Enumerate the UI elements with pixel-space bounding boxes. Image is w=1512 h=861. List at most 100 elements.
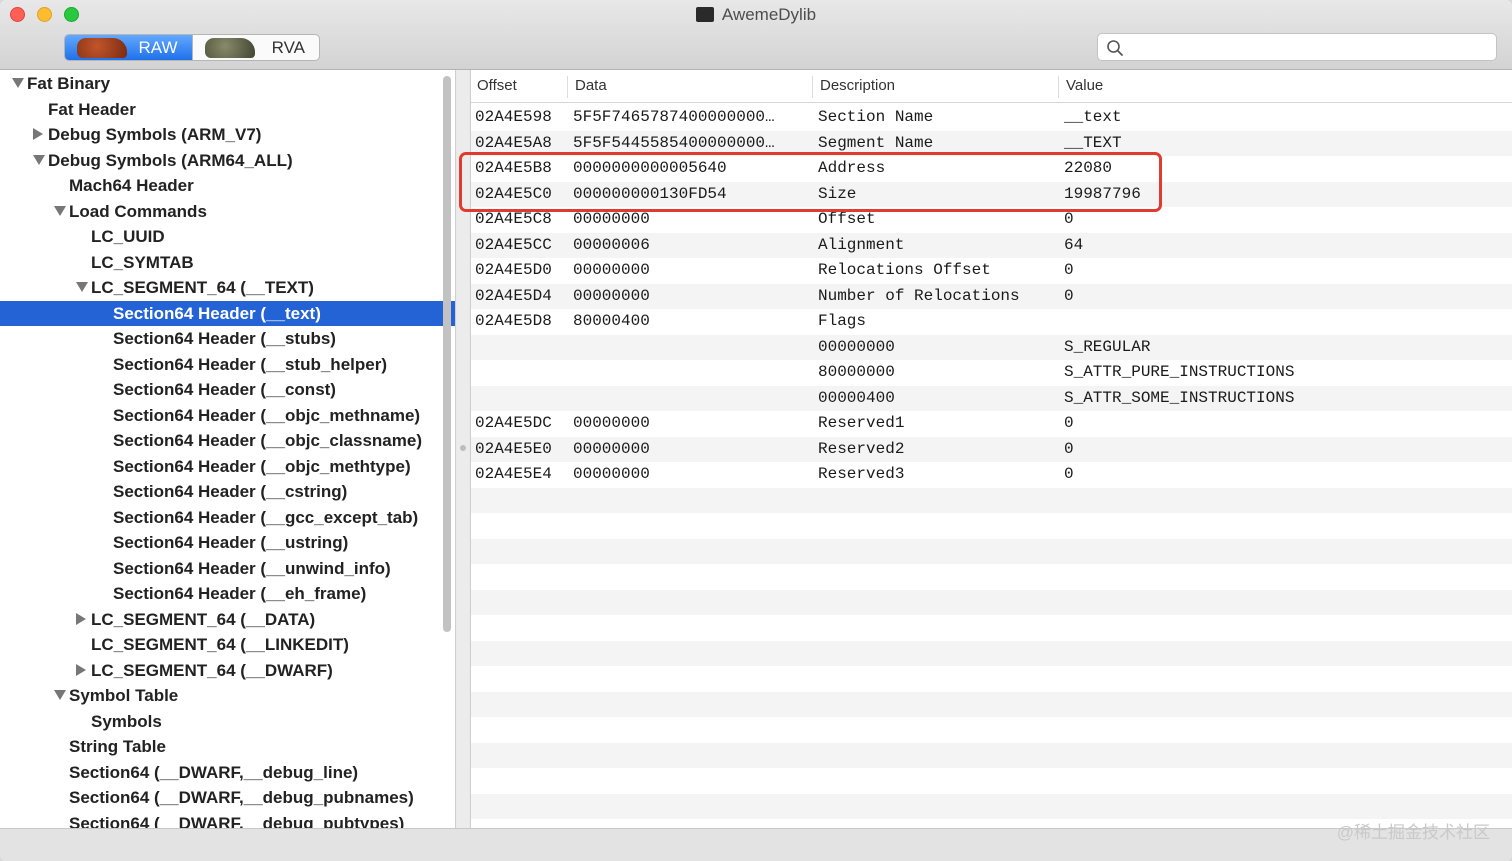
sidebar-item[interactable]: Section64 Header (__cstring) [0,479,455,504]
disclosure-expanded-icon[interactable] [12,78,24,88]
table-row[interactable]: 02A4E5C0 000000000130FD54 Size 19987796 [471,181,1512,207]
column-divider[interactable] [567,76,568,98]
cell-description: Segment Name [818,133,934,152]
sidebar-item[interactable]: LC_SEGMENT_64 (__DWARF) [0,658,455,683]
sidebar-item[interactable]: Load Commands [0,199,455,224]
cell-value: 64 [1064,235,1084,254]
sidebar-item[interactable]: Section64 Header (__text) [0,300,455,326]
sidebar-item[interactable]: Section64 Header (__gcc_except_tab) [0,505,455,530]
sidebar-item[interactable]: Section64 Header (__stubs) [0,326,455,351]
sidebar-item[interactable]: Section64 (__DWARF,__debug_pubtypes) [0,811,455,829]
table-row[interactable]: 80000000 S_ATTR_PURE_INSTRUCTIONS [471,360,1512,386]
table-row[interactable]: 02A4E5E4 00000000 Reserved3 0 [471,462,1512,488]
sidebar-item-label: Symbol Table [69,686,179,705]
empty-row [471,589,1512,615]
search-input[interactable] [1130,37,1490,57]
sidebar-item[interactable]: Section64 Header (__stub_helper) [0,352,455,377]
cell-data: 5F5F5445585400000000… [573,133,775,152]
table-row[interactable]: 02A4E5DC 00000000 Reserved1 0 [471,411,1512,437]
sidebar-item-label: Section64 (__DWARF,__debug_line) [69,762,359,782]
sidebar-item[interactable]: Fat Header [0,97,455,122]
table-row[interactable]: 02A4E5D8 80000400 Flags [471,309,1512,335]
disclosure-expanded-icon[interactable] [33,154,45,165]
column-divider[interactable] [812,76,813,98]
table-row[interactable]: 02A4E5D0 00000000 Relocations Offset 0 [471,258,1512,284]
raw-mode-button[interactable]: RAW [65,35,192,60]
table-row[interactable]: 00000400 S_ATTR_SOME_INSTRUCTIONS [471,385,1512,411]
cell-value: 0 [1064,465,1074,483]
search-field[interactable] [1097,33,1497,61]
sidebar-item[interactable]: String Table [0,734,455,759]
empty-row [471,538,1512,564]
split-view-divider[interactable] [457,70,469,828]
sidebar-item[interactable]: Symbols [0,709,455,734]
sidebar-item-label: Load Commands [69,201,207,221]
sidebar-item[interactable]: Section64 Header (__unwind_info) [0,556,455,581]
table-row[interactable]: 00000000 S_REGULAR [471,334,1512,360]
disclosure-collapsed-icon[interactable] [76,612,86,625]
sidebar-item[interactable]: LC_UUID [0,224,455,249]
disclosure-expanded-icon[interactable] [54,690,66,700]
disclosure-collapsed-icon[interactable] [76,663,86,676]
cell-description: Size [818,184,857,203]
table-row[interactable]: 02A4E5C8 00000000 Offset 0 [471,207,1512,233]
cell-description: 00000400 [818,388,895,407]
sidebar-item[interactable]: Debug Symbols (ARM64_ALL) [0,148,455,173]
table-row[interactable]: 02A4E598 5F5F7465787400000000… Section Nam… [471,105,1512,131]
sidebar-item[interactable]: LC_SEGMENT_64 (__TEXT) [0,275,455,300]
sidebar-item-label: Section64 Header (__stub_helper) [113,354,387,374]
cell-description: Alignment [818,235,905,254]
sidebar-item[interactable]: Section64 Header (__ustring) [0,530,455,555]
table-row[interactable]: 02A4E5D4 00000000 Number of Relocations 0 [471,283,1512,309]
rva-mode-button[interactable]: RVA [191,35,320,60]
cell-value: __TEXT [1064,133,1122,152]
sidebar-item[interactable]: Section64 (__DWARF,__debug_pubnames) [0,785,455,810]
cell-value: S_ATTR_SOME_INSTRUCTIONS [1064,388,1295,407]
sidebar-item[interactable]: Symbol Table [0,683,455,708]
sidebar-item-label: Debug Symbols (ARM_V7) [48,125,262,144]
sidebar-item-label: Symbols [91,711,162,731]
sidebar-item[interactable]: Section64 Header (__eh_frame) [0,581,455,606]
sidebar-item[interactable]: LC_SEGMENT_64 (__DATA) [0,607,455,632]
empty-row [471,742,1512,768]
column-header-data[interactable]: Data [575,77,607,94]
cell-data: 00000000 [573,439,650,458]
sidebar-item[interactable]: Section64 (__DWARF,__debug_line) [0,760,455,785]
cell-data: 80000400 [573,312,650,330]
cell-offset: 02A4E5C8 [475,210,552,228]
table-row[interactable]: 02A4E5CC 00000006 Alignment 64 [471,232,1512,258]
sidebar-item-label: Fat Binary [27,74,111,93]
column-header-value[interactable]: Value [1066,77,1103,94]
column-divider[interactable] [1058,76,1059,98]
table-row[interactable]: 02A4E5A8 5F5F5445585400000000… Segment Nam… [471,130,1512,156]
sidebar-scrollbar[interactable] [443,76,451,632]
sidebar-item[interactable]: LC_SEGMENT_64 (__LINKEDIT) [0,632,455,657]
column-header-description[interactable]: Description [820,77,895,94]
cell-description: Address [818,159,886,177]
sidebar-item[interactable]: Section64 Header (__objc_methtype) [0,454,455,479]
table-row[interactable]: 02A4E5B8 0000000000005640 Address 22080 [471,156,1512,182]
sidebar-item[interactable]: LC_SYMTAB [0,250,455,275]
cell-description: Offset [818,210,876,228]
column-header-offset[interactable]: Offset [477,77,517,94]
sidebar-item[interactable]: Section64 Header (__const) [0,377,455,402]
disclosure-expanded-icon[interactable] [76,282,88,292]
cell-data: 00000000 [573,286,650,305]
disclosure-expanded-icon[interactable] [54,205,66,216]
sidebar-item-label: Section64 Header (__objc_classname) [113,431,422,450]
sidebar-item[interactable]: Section64 Header (__objc_classname) [0,428,455,453]
sidebar-item-label: Section64 Header (__const) [113,380,336,399]
cell-offset: 02A4E5CC [475,235,552,254]
rva-mode-image-icon [204,38,255,58]
table-row[interactable]: 02A4E5E0 00000000 Reserved2 0 [471,436,1512,462]
sidebar-item[interactable]: Mach64 Header [0,173,455,198]
cell-value: 0 [1064,261,1074,279]
empty-row [471,513,1512,539]
sidebar-item[interactable]: Debug Symbols (ARM_V7) [0,122,455,147]
sidebar-item[interactable]: Section64 Header (__objc_methname) [0,403,455,428]
sidebar-item[interactable]: Fat Binary [0,71,455,96]
sidebar-item-label: LC_SYMTAB [91,252,194,272]
empty-row [471,666,1512,692]
disclosure-collapsed-icon[interactable] [33,128,43,140]
sidebar-item-label: Section64 Header (__unwind_info) [113,558,391,578]
